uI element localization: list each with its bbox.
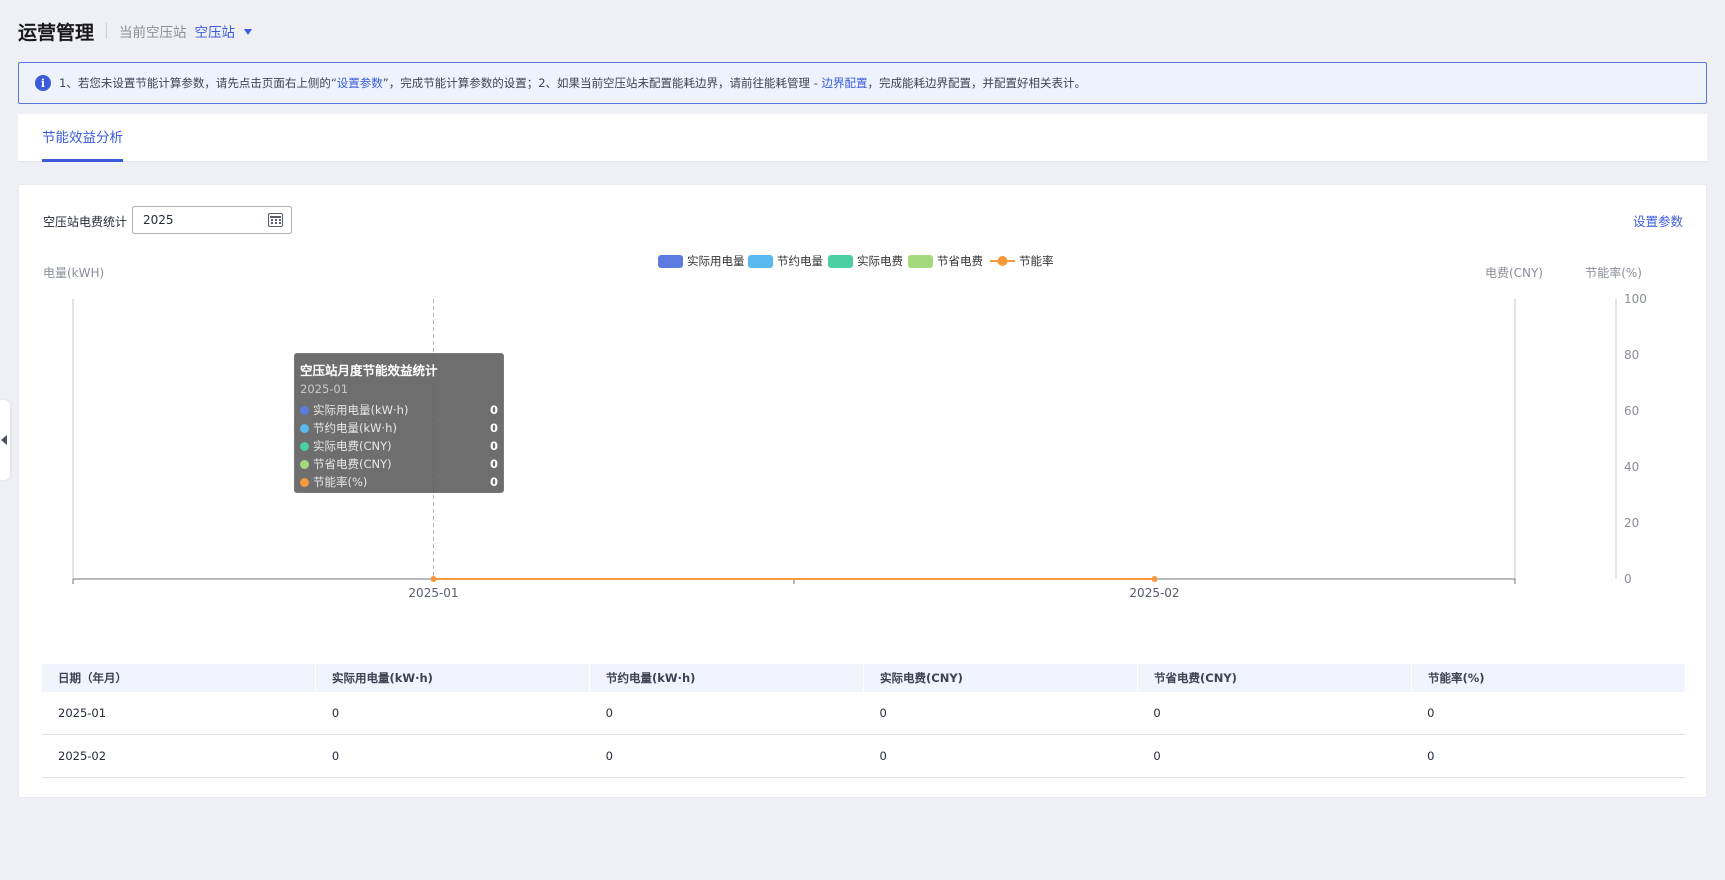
info-icon: i [35, 75, 51, 91]
tooltip-row: 实际用电量(kW·h) 0 [300, 401, 498, 419]
table-cell: 0 [605, 749, 613, 763]
table-cell: 0 [605, 706, 613, 720]
header-divider [106, 23, 108, 39]
energy-benefit-chart: 实际用电量 节约电量 实际电费 节省电费 节能率电量(kWH) 电费(CNY) 节能率(%)… [43, 254, 1647, 600]
tooltip-item-value: 0 [489, 421, 498, 435]
legend-label: 实际电费 [857, 254, 903, 268]
tabs-bar: 节能效益分析 [18, 114, 1707, 162]
table-cell: 0 [1153, 749, 1161, 763]
x-axis-tick-label: 2025-02 [1129, 586, 1179, 600]
table-header-cell: 日期（年月） [58, 671, 127, 685]
legend-label: 节能率 [1019, 254, 1054, 268]
tooltip-dot-icon [300, 441, 309, 451]
table-header-cell: 节省电费(CNY) [1137, 664, 1411, 692]
notice-text: 1、若您未设置节能计算参数，请先点击页面右上侧的“设置参数”，完成节能计算参数的… [59, 75, 1086, 91]
tooltip-item-value: 0 [489, 403, 498, 417]
legend-swatch-icon [908, 255, 933, 268]
station-name[interactable]: 空压站 [195, 21, 236, 41]
tooltip-row: 实际电费(CNY) 0 [300, 437, 498, 455]
y-axis-left-title: 电量(kWH) [43, 266, 104, 280]
notice-settings-link[interactable]: 设置参数 [337, 76, 383, 90]
tooltip-item-name: 节能率(%) [313, 475, 368, 489]
tooltip-item-name: 节约电量(kW·h) [313, 421, 397, 435]
tooltip-row: 节省电费(CNY) 0 [300, 455, 498, 473]
table-header-cell: 节能率(%) [1411, 664, 1685, 692]
legend-label: 节约电量 [777, 254, 823, 268]
tooltip-dot-icon [300, 477, 309, 487]
y-axis-rate-tick-label: 0 [1624, 572, 1632, 586]
tooltip-item-name: 实际用电量(kW·h) [313, 403, 409, 417]
table-cell: 0 [331, 749, 340, 763]
x-axis-tick-label: 2025-01 [408, 586, 458, 600]
legend-swatch-icon [828, 255, 853, 268]
tab-energy-benefit-analysis[interactable]: 节能效益分析 [42, 114, 123, 162]
y-axis-rate-tick-label: 100 [1624, 292, 1647, 306]
legend-swatch-icon [658, 255, 683, 268]
sidebar-collapse-handle[interactable] [0, 400, 10, 480]
tooltip-row: 节能率(%) 0 [300, 473, 498, 491]
table-cell: 0 [1427, 706, 1435, 720]
table-cell: 0 [1153, 706, 1161, 720]
legend-label: 节省电费 [937, 254, 983, 268]
page-title: 运营管理 [18, 21, 95, 44]
page-header: 运营管理 当前空压站 空压站 [18, 18, 253, 44]
y-axis-rate-tick-label: 60 [1624, 404, 1639, 418]
tooltip-title: 空压站月度节能效益统计 [300, 363, 438, 378]
table-cell: 0 [879, 706, 887, 720]
tab-label: 节能效益分析 [42, 130, 123, 146]
notice-text-part2: ”，完成节能计算参数的设置；2、如果当前空压站未配置能耗边界，请前往能耗管理 - [382, 76, 822, 90]
line-point [1151, 576, 1158, 582]
table-header-cell: 实际用电量(kW·h) [315, 664, 589, 692]
tab-active-indicator [42, 159, 123, 162]
station-label: 当前空压站 [119, 25, 187, 41]
table-body: 2025-01 0 0 0 0 0 2025-02 0 0 0 0 0 [42, 692, 1685, 778]
tooltip-dot-icon [300, 459, 309, 469]
tooltip-item-value: 0 [489, 475, 498, 489]
table-row: 2025-02 0 0 0 0 0 [42, 735, 1685, 778]
table-cell: 2025-01 [58, 706, 107, 720]
y-axis-rate-tick-label: 80 [1624, 348, 1639, 362]
notice-text-part1: 1、若您未设置节能计算参数，请先点击页面右上侧的“ [59, 76, 337, 90]
table-row: 2025-01 0 0 0 0 0 [42, 692, 1685, 735]
legend-swatch-icon [748, 255, 773, 268]
legend-dot-icon [997, 256, 1008, 266]
tooltip-item-name: 实际电费(CNY) [313, 439, 392, 453]
station-selector[interactable]: 空压站 [195, 21, 253, 41]
table-cell: 0 [331, 706, 340, 720]
tooltip-item-value: 0 [489, 439, 498, 453]
legend-label: 实际用电量 [687, 254, 745, 268]
tooltip-dot-icon [300, 405, 309, 415]
table-header-cell: 实际电费(CNY) [863, 664, 1137, 692]
notice-text-part3: ，完成能耗边界配置，并配置好相关表计。 [867, 76, 1087, 90]
table-header: 日期（年月） 实际用电量(kW·h) 节约电量(kW·h) 实际电费(CNY) 节省电费… [42, 664, 1685, 692]
tooltip-item-value: 0 [489, 457, 498, 471]
info-notice: i 1、若您未设置节能计算参数，请先点击页面右上侧的“设置参数”，完成节能计算参… [18, 62, 1707, 104]
y-axis-rate-tick-label: 20 [1624, 516, 1639, 530]
table-header-cell: 节约电量(kW·h) [589, 664, 863, 692]
table-cell: 2025-02 [58, 749, 107, 763]
tooltip-category: 2025-01 [300, 382, 349, 396]
caret-down-icon[interactable] [244, 29, 253, 35]
y-axis-rate-title: 节能率(%) [1585, 265, 1642, 280]
line-point [430, 576, 437, 582]
analysis-panel: 空压站电费统计 2025 设置参数 实际用电量 节约电量 实际电费 节省电费 节能率 电量… [18, 184, 1707, 798]
tooltip-dot-icon [300, 423, 309, 433]
y-axis-rate-tick-label: 40 [1624, 460, 1639, 474]
data-table: 日期（年月） 实际用电量(kW·h) 节约电量(kW·h) 实际电费(CNY) 节省电费… [42, 664, 1685, 778]
notice-boundary-link[interactable]: 边界配置 [822, 76, 868, 90]
chart-tooltip: 空压站月度节能效益统计 2025-01 实际用电量(kW·h) 0 节约电量(kW·… [294, 353, 504, 493]
tooltip-row: 节约电量(kW·h) 0 [300, 419, 498, 437]
table-cell: 0 [1427, 749, 1435, 763]
tooltip-item-name: 节省电费(CNY) [313, 457, 392, 471]
table-cell: 0 [879, 749, 887, 763]
y-axis-right-title: 电费(CNY) [1485, 266, 1543, 280]
